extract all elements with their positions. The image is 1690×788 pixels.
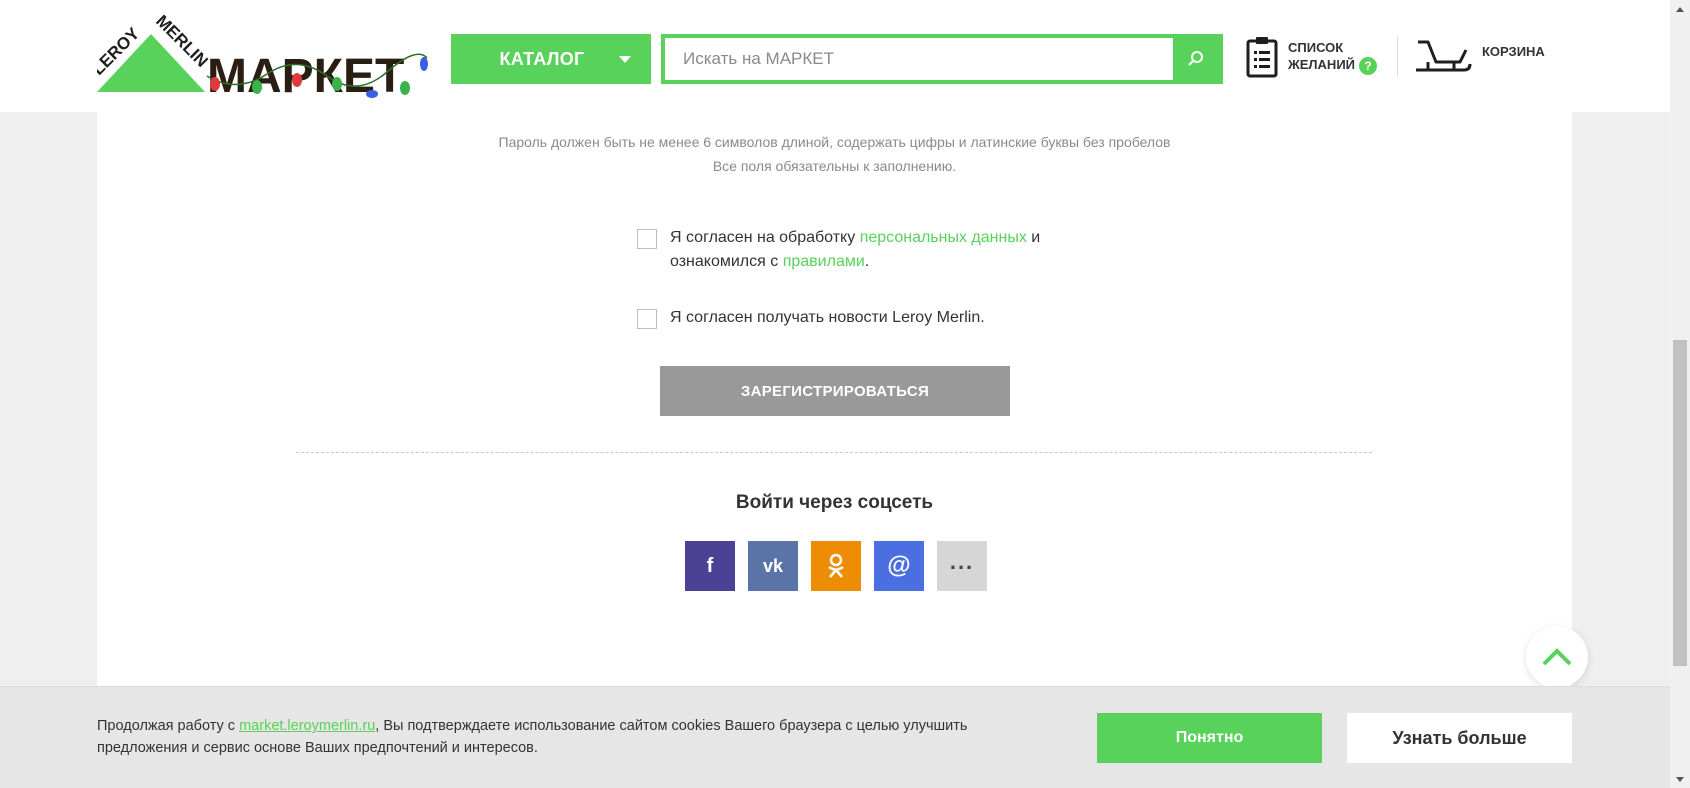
cart-label: КОРЗИНА — [1482, 44, 1545, 59]
consent-text-1: Я согласен на обработку — [670, 229, 860, 246]
clipboard-list-icon — [1246, 37, 1278, 78]
social-buttons: f vk @ ... — [685, 541, 987, 591]
wishlist-link[interactable]: СПИСОК ЖЕЛАНИЙ? — [1246, 36, 1378, 78]
facebook-button[interactable]: f — [685, 541, 735, 591]
scrollbar-thumb[interactable] — [1673, 340, 1687, 666]
vk-icon: vk — [762, 555, 784, 576]
chevron-up-icon — [1542, 648, 1572, 666]
consent-text-2: и — [1026, 229, 1041, 246]
news-checkbox[interactable] — [637, 309, 657, 329]
chevron-down-icon — [619, 56, 631, 63]
cookie-text-before: Продолжая работу с — [97, 718, 240, 734]
catalog-button[interactable]: КАТАЛОГ — [451, 34, 651, 84]
wishlist-line2-row: ЖЕЛАНИЙ? — [1288, 56, 1378, 75]
catalog-label: КАТАЛОГ — [499, 48, 585, 69]
wishlist-label: СПИСОК ЖЕЛАНИЙ? — [1288, 39, 1378, 75]
page-scrollbar[interactable] — [1670, 0, 1690, 788]
logo-graphic: LEROY MERLIN МАРКЕТ — [88, 11, 428, 103]
personal-data-consent-row: Я согласен на обработку персональных дан… — [637, 226, 1040, 274]
cookie-learn-more-button[interactable]: Узнать больше — [1347, 713, 1572, 763]
scroll-down-arrow[interactable] — [1670, 770, 1690, 788]
sleigh-cart-icon — [1416, 40, 1472, 72]
mailru-button[interactable]: @ — [874, 541, 924, 591]
wishlist-line2: ЖЕЛАНИЙ — [1288, 57, 1356, 73]
scroll-to-top-button[interactable] — [1526, 626, 1588, 688]
cookie-accept-button[interactable]: Понятно — [1097, 713, 1322, 763]
registration-card: Пароль должен быть не менее 6 символов д… — [97, 112, 1572, 692]
triangle-up-icon — [1676, 6, 1684, 12]
social-login-title: Войти через соцсеть — [735, 492, 934, 513]
scroll-up-arrow[interactable] — [1670, 0, 1690, 18]
personal-data-consent-text: Я согласен на обработку персональных дан… — [670, 226, 1040, 274]
news-consent-text: Я согласен получать новости Leroy Merlin… — [670, 309, 985, 326]
search-bar — [661, 34, 1223, 84]
password-hint: Пароль должен быть не менее 6 символов д… — [498, 134, 1171, 150]
cart-link[interactable]: КОРЗИНА — [1414, 36, 1545, 76]
rules-link[interactable]: правилами — [783, 253, 865, 270]
search-button[interactable] — [1173, 38, 1219, 80]
cookie-site-link[interactable]: market.leroymerlin.ru — [239, 718, 375, 734]
leroy-merlin-market-logo[interactable]: LEROY MERLIN МАРКЕТ — [88, 11, 430, 103]
news-consent-row: Я согласен получать новости Leroy Merlin… — [637, 306, 985, 330]
required-hint: Все поля обязательны к заполнению. — [712, 158, 957, 174]
mailru-icon: @ — [887, 552, 911, 579]
personal-data-link[interactable]: персональных данных — [860, 229, 1027, 246]
odnoklassniki-button[interactable] — [811, 541, 861, 591]
consent-text-3: ознакомился с — [670, 253, 783, 270]
search-input[interactable] — [665, 38, 1173, 80]
register-button[interactable]: ЗАРЕГИСТРИРОВАТЬСЯ — [660, 366, 1010, 416]
search-icon — [1188, 51, 1203, 66]
triangle-down-icon — [1676, 776, 1684, 782]
wishlist-line1: СПИСОК — [1288, 40, 1344, 56]
site-header: LEROY MERLIN МАРКЕТ КАТАЛОГ Искать на МА… — [0, 0, 1670, 112]
consent-text-4: . — [864, 253, 870, 270]
facebook-icon: f — [706, 554, 714, 577]
section-divider — [296, 452, 1372, 453]
header-divider — [1397, 36, 1398, 78]
more-dots-icon: ... — [949, 549, 975, 574]
cookie-banner: Продолжая работу с market.leroymerlin.ru… — [0, 686, 1670, 788]
vk-button[interactable]: vk — [748, 541, 798, 591]
cookie-text: Продолжая работу с market.leroymerlin.ru… — [97, 715, 997, 759]
more-social-button[interactable]: ... — [937, 541, 987, 591]
personal-data-checkbox[interactable] — [637, 229, 657, 249]
odnoklassniki-icon — [828, 553, 844, 578]
help-icon[interactable]: ? — [1359, 56, 1378, 75]
